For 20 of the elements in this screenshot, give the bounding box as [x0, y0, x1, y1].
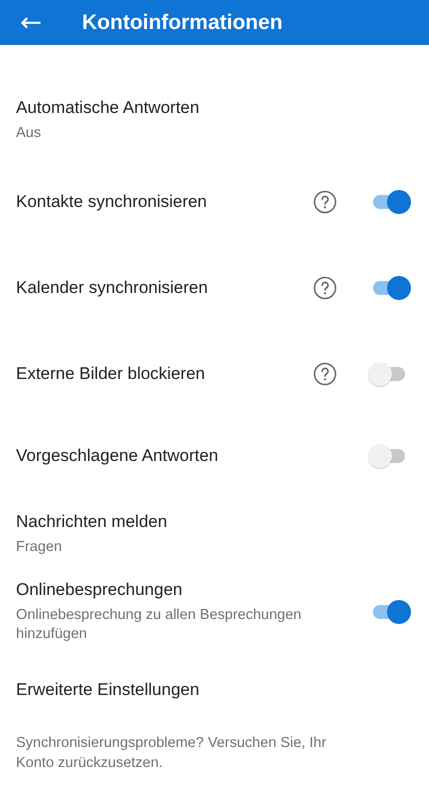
settings-item[interactable]: Erweiterte Einstellungen [0, 651, 429, 729]
reset-hint: Synchronisierungsprobleme? Versuchen Sie, Ihr Konto zurückzusetzen. [16, 734, 328, 774]
item-description: Onlinebesprechung zu allen Besprechungen hinzufügen [16, 606, 302, 644]
item-label: Kalender synchronisieren [16, 278, 209, 298]
item-label: Kontakte synchronisieren [16, 192, 208, 212]
help-icon[interactable] [313, 362, 337, 386]
help-icon[interactable] [313, 276, 337, 300]
item-label: Erweiterte Einstellungen [16, 680, 200, 700]
item-label: Externe Bilder blockieren [16, 364, 206, 384]
item-label: Nachrichten melden [16, 512, 168, 532]
back-button[interactable]: ← [16, 10, 46, 36]
item-value: Aus [16, 124, 42, 142]
item-label: Onlinebesprechungen [16, 580, 184, 600]
screen-title: Kontoinformationen [82, 10, 283, 34]
item-label: Automatische Antworten [16, 98, 200, 118]
help-icon[interactable] [313, 190, 337, 214]
item-value: Fragen [16, 538, 63, 556]
settings-item[interactable]: Automatische Antworten Aus [0, 81, 429, 159]
item-label: Vorgeschlagene Antworten [16, 446, 220, 466]
settings-item[interactable]: Nachrichten melden Fragen [0, 495, 429, 573]
